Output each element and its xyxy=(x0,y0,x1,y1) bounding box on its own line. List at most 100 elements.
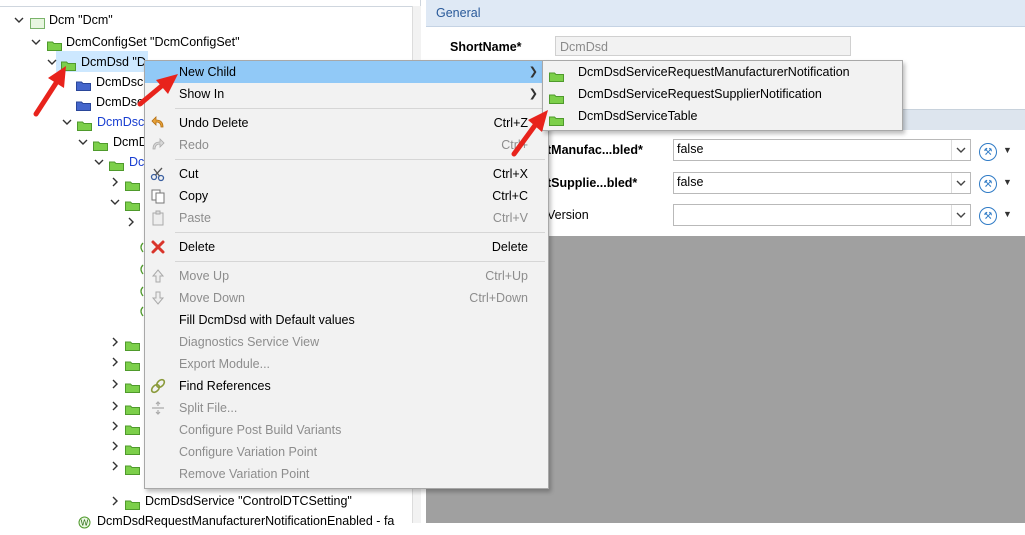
submenu-item-service-table[interactable]: DcmDsdServiceTable xyxy=(543,105,902,127)
chevron-right-icon[interactable] xyxy=(110,401,120,411)
folder-icon xyxy=(125,357,140,371)
chevron-right-icon[interactable] xyxy=(126,217,136,227)
caret-down-icon[interactable]: ▼ xyxy=(1003,209,1012,219)
chevron-down-icon[interactable] xyxy=(62,117,72,127)
menu-label: Configure Variation Point xyxy=(179,445,318,459)
chevron-right-icon[interactable] xyxy=(110,357,120,367)
menu-label: Undo Delete xyxy=(179,116,249,130)
chevron-down-icon[interactable] xyxy=(951,205,970,225)
menu-label: Move Up xyxy=(179,269,230,283)
arrow-up-icon xyxy=(150,268,166,284)
menu-item-redo[interactable]: Redo Ctrl+ xyxy=(145,134,548,156)
menu-item-fill-defaults[interactable]: Fill DcmDsd with Default values xyxy=(145,309,548,331)
menu-label: Copy xyxy=(179,189,209,203)
menu-item-show-in[interactable]: Show In ❯ xyxy=(145,83,548,105)
tree-label: DcmDsc xyxy=(96,75,144,89)
general-section-header[interactable] xyxy=(426,0,1025,27)
menu-label: Configure Post Build Variants xyxy=(179,423,342,437)
caret-down-icon[interactable]: ▼ xyxy=(1003,145,1012,155)
tree-filter-strip xyxy=(0,0,412,7)
folder-blue-icon xyxy=(76,77,91,91)
submenu-item-manufacturer-notification[interactable]: DcmDsdServiceRequestManufacturerNotifica… xyxy=(543,61,902,83)
wrench-icon[interactable]: ⚒ xyxy=(979,143,997,161)
menu-item-move-down[interactable]: Move Down Ctrl+Down xyxy=(145,287,548,309)
param-select-supplier[interactable]: false xyxy=(673,172,971,194)
menu-item-configure-variation[interactable]: Configure Variation Point xyxy=(145,441,548,463)
menu-item-split-file[interactable]: Split File... xyxy=(145,397,548,419)
tree-label-configset: DcmConfigSet "DcmConfigSet" xyxy=(66,35,240,49)
chevron-down-icon[interactable] xyxy=(47,57,57,67)
context-menu: New Child ❯ Show In ❯ Undo Delete Ctrl+Z Re… xyxy=(144,60,549,489)
chevron-down-icon[interactable] xyxy=(14,15,24,25)
menu-label: Paste xyxy=(179,211,211,225)
shortname-input[interactable]: DcmDsd xyxy=(555,36,851,56)
folder-icon xyxy=(93,137,108,151)
menu-item-copy[interactable]: Copy Ctrl+C xyxy=(145,185,548,207)
menu-separator xyxy=(175,108,545,109)
chevron-down-icon[interactable] xyxy=(31,37,41,47)
menu-shortcut: Ctrl+V xyxy=(492,211,528,225)
menu-item-remove-variation[interactable]: Remove Variation Point xyxy=(145,463,548,485)
menu-item-undo-delete[interactable]: Undo Delete Ctrl+Z xyxy=(145,112,548,134)
chevron-down-icon[interactable] xyxy=(951,173,970,193)
folder-icon xyxy=(109,157,124,171)
menu-label: Export Module... xyxy=(179,357,271,371)
new-child-submenu: DcmDsdServiceRequestManufacturerNotifica… xyxy=(542,60,903,131)
tree-label: DcmDsdRequestManufacturerNotificationEna… xyxy=(97,514,395,528)
menu-label: Cut xyxy=(179,167,199,181)
folder-icon xyxy=(125,337,140,351)
param-label-manufacturer: tManufac...bled* xyxy=(547,143,643,157)
submenu-item-supplier-notification[interactable]: DcmDsdServiceRequestSupplierNotification xyxy=(543,83,902,105)
menu-item-delete[interactable]: Delete Delete xyxy=(145,236,548,258)
menu-item-cut[interactable]: Cut Ctrl+X xyxy=(145,163,548,185)
boolean-param-icon: W xyxy=(78,515,91,529)
general-section-title: General xyxy=(436,6,481,20)
caret-down-icon[interactable]: ▼ xyxy=(1003,177,1012,187)
parameters-section-header[interactable] xyxy=(900,109,1025,130)
chevron-right-icon[interactable] xyxy=(110,421,120,431)
menu-item-move-up[interactable]: Move Up Ctrl+Up xyxy=(145,265,548,287)
menu-separator xyxy=(175,261,545,262)
chevron-right-icon[interactable] xyxy=(110,177,120,187)
folder-icon xyxy=(77,117,92,131)
submenu-label: DcmDsdServiceRequestManufacturerNotifica… xyxy=(578,65,850,79)
menu-item-diagnostics-view[interactable]: Diagnostics Service View xyxy=(145,331,548,353)
chevron-right-icon[interactable] xyxy=(110,337,120,347)
menu-item-configure-post-build[interactable]: Configure Post Build Variants xyxy=(145,419,548,441)
copy-icon xyxy=(150,188,166,204)
menu-shortcut: Ctrl+X xyxy=(492,167,528,181)
menu-label: Split File... xyxy=(179,401,238,415)
redo-icon xyxy=(150,137,166,153)
chevron-down-icon[interactable] xyxy=(951,140,970,160)
menu-label: Find References xyxy=(179,379,271,393)
menu-separator xyxy=(175,232,545,233)
menu-item-find-references[interactable]: Find References xyxy=(145,375,548,397)
menu-item-paste[interactable]: Paste Ctrl+V xyxy=(145,207,548,229)
folder-icon xyxy=(125,441,140,455)
tree-label-dcmdsd: DcmDsd "D xyxy=(81,55,146,69)
delete-x-icon xyxy=(150,239,166,255)
wrench-icon[interactable]: ⚒ xyxy=(979,175,997,193)
chevron-down-icon[interactable] xyxy=(94,157,104,167)
chevron-right-icon[interactable] xyxy=(110,379,120,389)
param-value: false xyxy=(677,142,704,156)
folder-icon xyxy=(125,379,140,393)
chevron-right-icon[interactable] xyxy=(110,461,120,471)
scissors-icon xyxy=(150,166,166,182)
wrench-icon[interactable]: ⚒ xyxy=(979,207,997,225)
param-select-version[interactable] xyxy=(673,204,971,226)
menu-item-export-module[interactable]: Export Module... xyxy=(145,353,548,375)
chevron-right-icon[interactable] xyxy=(110,441,120,451)
menu-label: Remove Variation Point xyxy=(179,467,310,481)
submenu-label: DcmDsdServiceTable xyxy=(578,109,698,123)
param-select-manufacturer[interactable]: false xyxy=(673,139,971,161)
chevron-right-icon: ❯ xyxy=(528,66,538,78)
menu-item-new-child[interactable]: New Child ❯ xyxy=(145,61,548,83)
chevron-down-icon[interactable] xyxy=(78,137,88,147)
paste-icon xyxy=(150,210,166,226)
submenu-label: DcmDsdServiceRequestSupplierNotification xyxy=(578,87,822,101)
param-label-supplier: tSupplie...bled* xyxy=(547,176,638,190)
chevron-down-icon[interactable] xyxy=(110,197,120,207)
undo-icon xyxy=(150,115,166,131)
chevron-right-icon[interactable] xyxy=(110,496,120,506)
